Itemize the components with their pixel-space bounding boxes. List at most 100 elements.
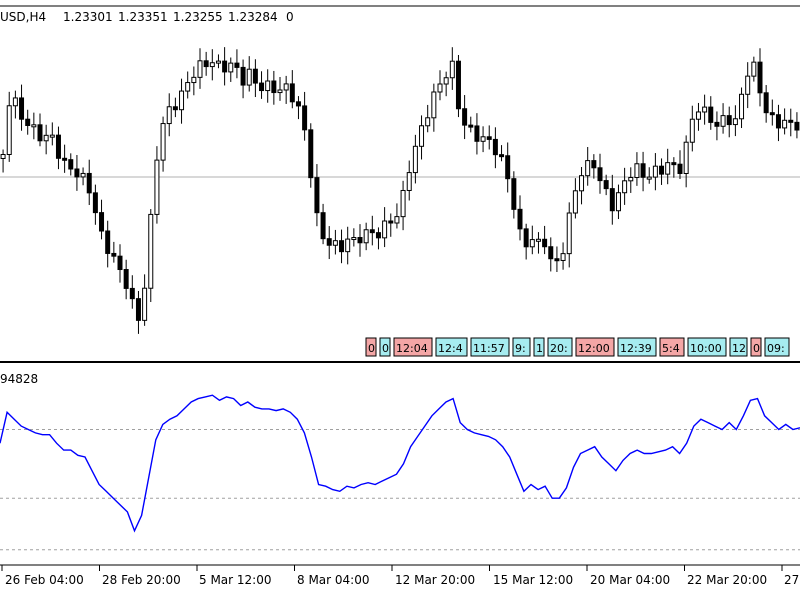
candle-bull (394, 216, 400, 224)
candle-bull (535, 238, 541, 242)
candle-bull (702, 106, 708, 113)
candle-bull (579, 175, 585, 192)
candle-bull (283, 83, 289, 91)
candle-bear (677, 163, 683, 174)
time-label-0: 26 Feb 04:00 (5, 573, 84, 587)
candle-bear (19, 97, 25, 120)
candle-bull (31, 124, 37, 128)
candle-bull (148, 213, 154, 289)
candle-bull (412, 145, 418, 174)
trade-tag-label: 12:04 (396, 342, 428, 355)
header-volume: 0 (286, 10, 294, 24)
trade-tag-label: 12 (732, 342, 746, 355)
candle-bull (277, 89, 283, 94)
candle-bear (357, 237, 363, 244)
candle-bull (209, 62, 215, 68)
price-panel (0, 0, 799, 360)
candle-bull (154, 159, 160, 215)
candle-bear (55, 134, 61, 159)
candle-bear (203, 60, 209, 68)
candle-bull (166, 106, 172, 125)
candle-bull (683, 141, 689, 174)
candle-bear (369, 229, 375, 234)
time-axis-labels: 26 Feb 04:00 28 Feb 20:00 5 Mar 12:00 8 … (5, 573, 799, 587)
candle-bear (603, 180, 609, 190)
candle-bull (6, 105, 12, 156)
candle-bull (652, 165, 658, 178)
candle-bear (302, 105, 308, 131)
trade-tag-label: 12:39 (620, 342, 652, 355)
candle-bear (339, 240, 345, 253)
time-label-3: 8 Mar 04:00 (297, 573, 370, 587)
time-label-7: 22 Mar 20:00 (687, 573, 767, 587)
trade-tag-label: 10:00 (690, 342, 722, 355)
candle-bull (720, 115, 726, 127)
trade-tag-label: 5:4 (662, 342, 680, 355)
candle-bear (25, 118, 31, 126)
candle-bull (142, 287, 148, 321)
candle-bear (129, 287, 135, 300)
candle-bear (259, 82, 265, 92)
candle-bear (172, 106, 178, 111)
candle-bull (665, 162, 671, 175)
chart-window: 0 0 12:04 12:4 11:57 9: 1 20: 12:00 12:39 5:4 10:00… (0, 0, 800, 600)
candle-bull (265, 80, 271, 92)
candle-bull (745, 75, 751, 95)
candle-bear (511, 178, 517, 210)
indicator-value: 94828 (0, 372, 38, 386)
time-label-8: 27 (784, 573, 799, 587)
candle-bear (757, 61, 763, 94)
candle-bull (572, 190, 578, 214)
candle-bull (228, 62, 234, 73)
candle-bull (566, 212, 572, 255)
candle-bear (320, 212, 326, 240)
candle-bull (425, 117, 431, 127)
trade-tags: 0 0 12:04 12:4 11:57 9: 1 20: 12:00 12:39 5:4 10:00… (365, 337, 790, 357)
candle-bear (486, 136, 492, 140)
indicator-levels (0, 429, 800, 551)
candle-bear (499, 154, 505, 158)
candle-bear (609, 188, 615, 212)
candle-bear (708, 106, 714, 123)
header-symbol: USD,H4 (0, 10, 46, 24)
indicator-line (0, 394, 800, 533)
candle-bear (37, 124, 43, 142)
candle-bull (363, 229, 369, 244)
candle-bull (406, 172, 412, 191)
candle-bull (345, 238, 351, 253)
candle-bear (375, 232, 381, 239)
trade-tag-label: 0 (753, 342, 760, 355)
candle-bull (449, 60, 455, 79)
candle-bear (671, 162, 677, 166)
candle-bear (326, 238, 332, 246)
candle-bear (252, 68, 258, 84)
candle-bear (492, 138, 498, 156)
candle-bull (695, 111, 701, 120)
candle-bear (462, 108, 468, 126)
candle-bull (585, 160, 591, 177)
candle-bull (443, 77, 449, 85)
candle-bull (782, 119, 788, 129)
trade-tag-label: 20: (550, 342, 568, 355)
candle-bull (179, 90, 185, 111)
header-low: 1.23255 (173, 10, 223, 24)
trade-tag-label: 1 (536, 342, 543, 355)
candle-bear (92, 192, 98, 214)
trade-tag-label: 9: (515, 342, 526, 355)
candle-bear (788, 119, 794, 123)
candle-bull (480, 136, 486, 142)
header-close: 1.23284 (228, 10, 278, 24)
candle-bear (775, 114, 781, 129)
candle-bear (591, 160, 597, 169)
time-label-5: 15 Mar 12:00 (493, 573, 573, 587)
candle-bear (517, 208, 523, 230)
time-axis-ticks (1, 565, 783, 571)
candle-bear (271, 80, 277, 94)
candle-bear (86, 172, 92, 194)
candle-bull (185, 82, 191, 92)
time-label-1: 28 Feb 20:00 (102, 573, 181, 587)
candle-bear (99, 212, 105, 232)
candle-bull (689, 118, 695, 143)
candle-bull (615, 192, 621, 212)
chart-canvas: 0 0 12:04 12:4 11:57 9: 1 20: 12:00 12:39 5:4 10:00… (0, 0, 800, 587)
